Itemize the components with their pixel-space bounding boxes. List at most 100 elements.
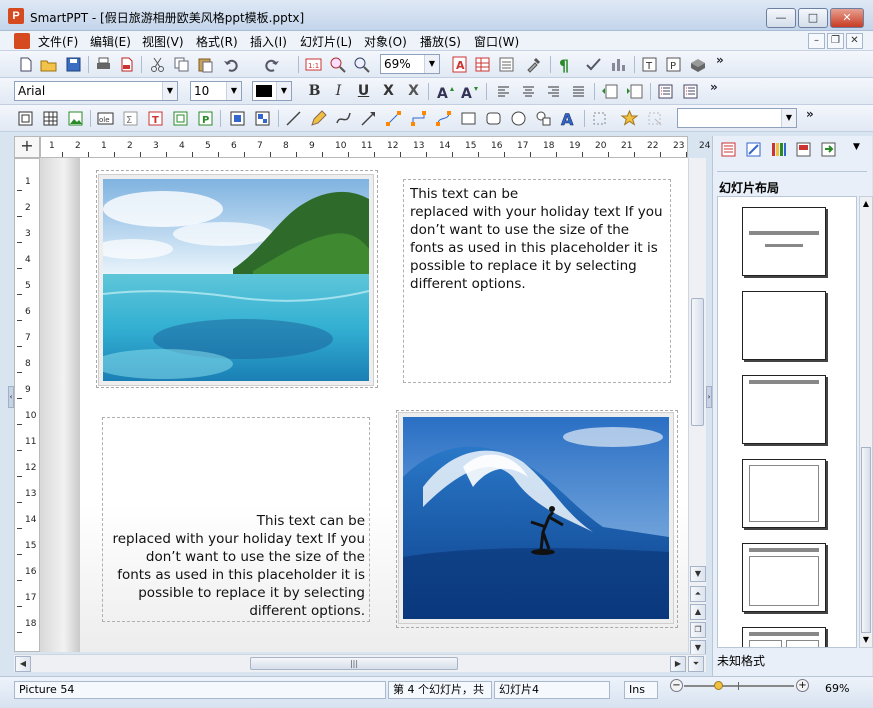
elbow-connector-icon[interactable] bbox=[409, 109, 428, 128]
disabled-select-icon[interactable] bbox=[645, 109, 664, 128]
undo-icon[interactable] bbox=[222, 55, 241, 74]
italic-button[interactable]: I bbox=[329, 82, 348, 101]
toolbar2-more-button[interactable]: » bbox=[710, 80, 718, 94]
vertical-scroll-thumb[interactable] bbox=[691, 298, 704, 426]
font-size-combo[interactable]: 10 ▼ bbox=[190, 81, 242, 101]
text-box-icon[interactable]: T bbox=[640, 55, 659, 74]
table-icon[interactable] bbox=[473, 55, 492, 74]
menu-slide[interactable]: 幻灯片(L) bbox=[300, 33, 352, 50]
bold-button[interactable]: B bbox=[305, 82, 324, 101]
pane-menu-chevron-icon[interactable]: ▼ bbox=[853, 142, 860, 152]
layout-list-scrollbar[interactable]: ▲ ▼ bbox=[859, 196, 873, 648]
wordart-icon[interactable]: A bbox=[559, 109, 578, 130]
scroll-up-arrow-icon[interactable]: ▲ bbox=[860, 197, 872, 211]
shrink-font-icon[interactable]: A bbox=[460, 82, 479, 102]
placeholder-frame-icon[interactable] bbox=[171, 109, 190, 128]
menu-format[interactable]: 格式(R) bbox=[196, 33, 238, 50]
align-left-icon[interactable] bbox=[494, 82, 513, 101]
strikethrough-button[interactable]: X bbox=[379, 82, 398, 101]
menu-insert[interactable]: 插入(I) bbox=[250, 33, 287, 50]
text-color-icon[interactable]: A bbox=[450, 55, 469, 74]
print-icon[interactable] bbox=[94, 55, 113, 74]
open-icon[interactable] bbox=[39, 55, 58, 74]
menu-window[interactable]: 窗口(W) bbox=[474, 33, 519, 50]
select-frame-icon[interactable] bbox=[16, 109, 35, 128]
chevron-down-icon[interactable]: ▼ bbox=[781, 109, 796, 127]
curved-connector-icon[interactable] bbox=[434, 109, 453, 128]
zoom-in-button[interactable]: + bbox=[796, 679, 809, 692]
pdf-icon[interactable] bbox=[117, 55, 136, 74]
minimize-button[interactable]: — bbox=[766, 8, 796, 28]
shapes-icon[interactable] bbox=[534, 109, 553, 128]
ungroup-icon[interactable] bbox=[253, 109, 272, 128]
font-name-combo[interactable]: Arial ▼ bbox=[14, 81, 178, 101]
layout-blank[interactable] bbox=[742, 291, 826, 360]
shadow-button[interactable]: X bbox=[404, 82, 423, 101]
chevron-down-icon[interactable]: ▼ bbox=[276, 82, 291, 100]
color-scheme-tab-icon[interactable] bbox=[769, 140, 788, 159]
chevron-down-icon[interactable]: ▼ bbox=[424, 55, 439, 73]
right-splitter-handle[interactable]: › bbox=[706, 386, 712, 408]
connector-icon[interactable] bbox=[384, 109, 403, 128]
rounded-rect-tool-icon[interactable] bbox=[484, 109, 503, 128]
horizontal-ruler[interactable]: 1 2 1 2 3 4 5 6 7 8 9 10 11 12 13 14 15 16 17 18 19 20 21 22 23 2… bbox=[40, 136, 739, 158]
zoom-slider-knob[interactable] bbox=[714, 681, 723, 690]
save-icon[interactable] bbox=[64, 55, 83, 74]
chevron-down-icon[interactable]: ▼ bbox=[162, 82, 177, 100]
close-button[interactable]: ✕ bbox=[830, 8, 864, 28]
toolbar3-more-button[interactable]: » bbox=[806, 107, 814, 121]
slide[interactable]: This text can be replaced with your holi… bbox=[80, 158, 688, 652]
numbered-list-icon[interactable] bbox=[681, 82, 700, 101]
text-frame-icon[interactable]: T bbox=[146, 109, 165, 128]
chevron-down-icon[interactable]: ▼ bbox=[226, 82, 241, 100]
zoom-slider-track[interactable] bbox=[684, 685, 794, 687]
zoom-out-button[interactable]: − bbox=[670, 679, 683, 692]
increase-indent-icon[interactable] bbox=[625, 82, 644, 101]
horizontal-scroll-thumb[interactable]: ||| bbox=[250, 657, 458, 670]
justify-icon[interactable] bbox=[569, 82, 588, 101]
actual-size-icon[interactable]: 1:1 bbox=[304, 55, 323, 74]
scroll-right-arrow-icon[interactable]: ▶ bbox=[670, 656, 686, 672]
crop-icon[interactable] bbox=[590, 109, 609, 128]
new-icon[interactable] bbox=[16, 55, 35, 74]
document-icon[interactable] bbox=[14, 33, 30, 49]
formula-icon[interactable]: Σ bbox=[121, 109, 140, 128]
layout-tab-icon[interactable] bbox=[719, 140, 738, 159]
scroll-down-arrow-icon[interactable]: ▼ bbox=[690, 566, 706, 582]
pencil-tool-icon[interactable] bbox=[309, 109, 328, 128]
redo-icon[interactable] bbox=[262, 55, 281, 74]
copy-icon[interactable] bbox=[172, 55, 191, 74]
mdi-minimize-button[interactable]: – bbox=[808, 33, 825, 49]
star-icon[interactable] bbox=[620, 109, 639, 128]
picture-frame-icon[interactable]: P bbox=[196, 109, 215, 128]
left-splitter-handle[interactable]: ‹ bbox=[8, 386, 14, 408]
arrow-tool-icon[interactable] bbox=[359, 109, 378, 128]
mdi-close-button[interactable]: ✕ bbox=[846, 33, 863, 49]
mdi-restore-button[interactable]: ❐ bbox=[827, 33, 844, 49]
text-placeholder-top[interactable]: This text can be replaced with your holi… bbox=[403, 179, 671, 383]
bullet-list-icon[interactable] bbox=[656, 82, 675, 101]
layout-title-top[interactable] bbox=[742, 375, 826, 444]
line-tool-icon[interactable] bbox=[284, 109, 303, 128]
layout-title-content[interactable] bbox=[742, 543, 826, 612]
align-center-icon[interactable] bbox=[519, 82, 538, 101]
layout-list[interactable] bbox=[717, 196, 857, 648]
paragraph-mark-icon[interactable]: ¶ bbox=[556, 55, 575, 75]
layout-two-content[interactable] bbox=[742, 627, 826, 647]
list-icon[interactable] bbox=[497, 55, 516, 74]
slide-canvas[interactable]: This text can be replaced with your holi… bbox=[40, 158, 688, 652]
grow-font-icon[interactable]: A bbox=[436, 82, 455, 102]
insert-table-icon[interactable] bbox=[41, 109, 60, 128]
vertical-scrollbar[interactable]: ▼ ⏶ ▲ ❐ ▼ bbox=[688, 158, 706, 656]
style-combo[interactable]: ▼ bbox=[677, 108, 797, 128]
design-tab-icon[interactable] bbox=[744, 140, 763, 159]
menu-file[interactable]: 文件(F) bbox=[38, 33, 78, 50]
menu-edit[interactable]: 编辑(E) bbox=[90, 33, 131, 50]
layout-scroll-thumb[interactable] bbox=[861, 447, 871, 633]
spellcheck-icon[interactable] bbox=[584, 55, 603, 74]
align-right-icon[interactable] bbox=[544, 82, 563, 101]
ellipse-tool-icon[interactable] bbox=[509, 109, 528, 128]
underline-button[interactable]: U bbox=[354, 82, 373, 101]
insert-image-icon[interactable] bbox=[66, 109, 85, 128]
paste-icon[interactable] bbox=[196, 55, 215, 74]
